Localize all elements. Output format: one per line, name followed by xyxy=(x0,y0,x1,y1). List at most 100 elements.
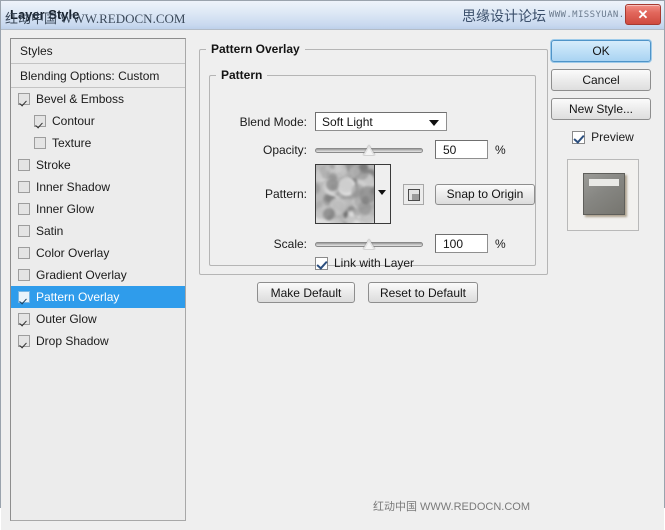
reset-to-default-button[interactable]: Reset to Default xyxy=(368,282,478,303)
main-panel: Pattern Overlay Pattern Blend Mode: Soft… xyxy=(195,38,548,521)
make-default-button[interactable]: Make Default xyxy=(257,282,355,303)
pattern-texture-blob xyxy=(325,177,340,191)
snap-to-origin-button[interactable]: Snap to Origin xyxy=(435,183,535,205)
blend-mode-row: Blend Mode: Soft Light xyxy=(225,112,447,131)
checkbox-icon[interactable] xyxy=(34,115,46,127)
effect-label: Contour xyxy=(52,114,95,128)
checkbox-icon[interactable] xyxy=(18,313,30,325)
checkbox-icon[interactable] xyxy=(18,269,30,281)
effect-row-texture[interactable]: Texture xyxy=(11,132,185,154)
pattern-picker[interactable] xyxy=(315,164,391,224)
blend-mode-label: Blend Mode: xyxy=(239,114,307,129)
preview-checkbox[interactable]: Preview xyxy=(572,130,634,144)
preview-tile xyxy=(583,173,625,215)
effect-label: Pattern Overlay xyxy=(36,290,120,304)
checkbox-icon[interactable] xyxy=(18,335,30,347)
scale-value: 100 xyxy=(443,236,464,251)
effect-label: Drop Shadow xyxy=(36,334,109,348)
link-with-layer-checkbox[interactable]: Link with Layer xyxy=(315,256,414,270)
preview-highlight xyxy=(589,179,619,186)
checkbox-icon[interactable] xyxy=(18,247,30,259)
effect-label: Inner Glow xyxy=(36,202,95,216)
scale-input[interactable]: 100 xyxy=(435,234,488,253)
checkbox-icon xyxy=(315,256,328,270)
pattern-swatch[interactable] xyxy=(316,165,374,223)
defaults-button-row: Make Default Reset to Default xyxy=(257,282,478,303)
effect-row-contour[interactable]: Contour xyxy=(11,110,185,132)
scale-unit: % xyxy=(495,236,506,251)
pattern-group-title: Pattern xyxy=(221,68,263,82)
close-button[interactable]: ✕ xyxy=(625,4,661,25)
effect-label: Outer Glow xyxy=(36,312,97,326)
effect-row-gradient-overlay[interactable]: Gradient Overlay xyxy=(11,264,185,286)
scale-row: Scale: 100 % xyxy=(225,234,506,253)
ok-button[interactable]: OK xyxy=(551,40,651,62)
cancel-button[interactable]: Cancel xyxy=(551,69,651,91)
effect-label: Satin xyxy=(36,224,64,238)
chevron-down-icon xyxy=(429,120,439,126)
effect-label: Gradient Overlay xyxy=(36,268,127,282)
checkbox-icon[interactable] xyxy=(18,93,30,105)
checkbox-icon[interactable] xyxy=(18,291,30,303)
pattern-texture-blob xyxy=(316,183,321,194)
chevron-down-icon xyxy=(378,190,386,195)
link-with-layer-row[interactable]: Link with Layer xyxy=(315,256,414,270)
title-bar: Layer Style 红动中国 WWW.REDOCN.COM 思缘设计论坛 W… xyxy=(1,1,664,30)
effect-row-inner-shadow[interactable]: Inner Shadow xyxy=(11,176,185,198)
styles-sidebar: Styles Blending Options: Custom Bevel & … xyxy=(10,38,186,521)
checkbox-icon xyxy=(572,130,586,144)
layer-style-dialog: Layer Style 红动中国 WWW.REDOCN.COM 思缘设计论坛 W… xyxy=(0,0,665,530)
effects-list: Bevel & Emboss Contour Texture Stroke Inner … xyxy=(11,88,185,352)
effect-row-pattern-overlay[interactable]: Pattern Overlay xyxy=(11,286,185,308)
pattern-dropdown-button[interactable] xyxy=(374,165,390,223)
opacity-input[interactable]: 50 xyxy=(435,140,488,159)
pattern-overlay-group-title: Pattern Overlay xyxy=(211,42,300,56)
checkbox-icon[interactable] xyxy=(34,137,46,149)
blending-options-row[interactable]: Blending Options: Custom xyxy=(11,64,185,88)
pattern-texture-blob xyxy=(329,165,335,169)
new-preset-button[interactable] xyxy=(403,183,424,205)
effect-row-inner-glow[interactable]: Inner Glow xyxy=(11,198,185,220)
effect-row-outer-glow[interactable]: Outer Glow xyxy=(11,308,185,330)
blend-mode-select[interactable]: Soft Light xyxy=(315,112,447,131)
scale-slider-thumb[interactable] xyxy=(363,238,375,249)
styles-header: Styles xyxy=(11,39,185,64)
pattern-texture-blob xyxy=(353,220,361,223)
opacity-unit: % xyxy=(495,142,506,157)
pattern-label: Pattern: xyxy=(264,187,307,201)
effect-row-bevel-emboss[interactable]: Bevel & Emboss xyxy=(11,88,185,110)
watermark-bottom: 红动中国 WWW.REDOCN.COM xyxy=(373,498,530,514)
blend-mode-value: Soft Light xyxy=(322,114,373,129)
checkbox-icon[interactable] xyxy=(18,225,30,237)
watermark-bottom-text: 红动中国 WWW.REDOCN.COM xyxy=(372,501,530,513)
opacity-value: 50 xyxy=(443,142,457,157)
effect-row-color-overlay[interactable]: Color Overlay xyxy=(11,242,185,264)
checkbox-icon[interactable] xyxy=(18,203,30,215)
pattern-texture-blob xyxy=(338,178,353,193)
effect-row-satin[interactable]: Satin xyxy=(11,220,185,242)
effect-label: Inner Shadow xyxy=(36,180,111,194)
dialog-body: Styles Blending Options: Custom Bevel & … xyxy=(1,30,664,530)
pattern-row: Pattern: Snap to Origin xyxy=(225,164,535,224)
pattern-texture-blob xyxy=(316,171,322,181)
new-style-button[interactable]: New Style... xyxy=(551,98,651,120)
effect-label: Bevel & Emboss xyxy=(36,92,125,106)
effect-row-drop-shadow[interactable]: Drop Shadow xyxy=(11,330,185,352)
pattern-texture-blob xyxy=(350,184,365,198)
opacity-slider-thumb[interactable] xyxy=(363,144,375,155)
preview-label: Preview xyxy=(591,130,634,144)
pattern-texture-blob xyxy=(360,207,374,223)
watermark-title-cn: 思缘设计论坛 xyxy=(462,8,546,24)
effect-row-stroke[interactable]: Stroke xyxy=(11,154,185,176)
checkbox-icon[interactable] xyxy=(18,159,30,171)
link-with-layer-label: Link with Layer xyxy=(334,256,415,270)
opacity-slider[interactable] xyxy=(315,143,423,157)
checkbox-icon[interactable] xyxy=(18,181,30,193)
close-icon: ✕ xyxy=(637,7,649,22)
effect-label: Texture xyxy=(52,136,92,150)
scale-label: Scale: xyxy=(273,236,307,251)
preview-checkbox-row[interactable]: Preview xyxy=(551,128,655,146)
pattern-group: Pattern Blend Mode: Soft Light Opacity: xyxy=(209,68,536,270)
watermark-title-left: 红动中国 WWW.REDOCN.COM xyxy=(5,11,186,26)
scale-slider[interactable] xyxy=(315,237,423,251)
